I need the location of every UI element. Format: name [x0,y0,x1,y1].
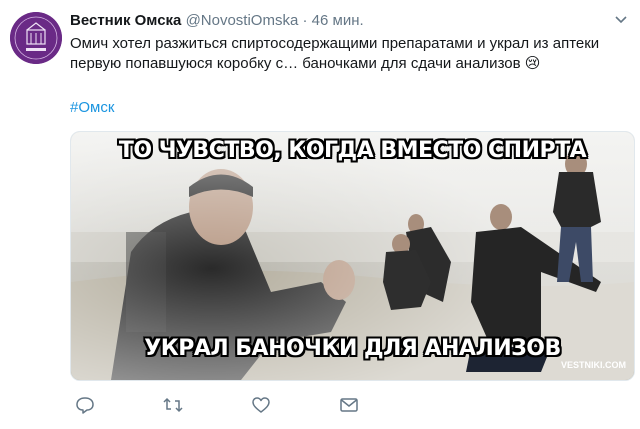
watermark: VESTNIKI.COM [560,360,626,370]
tweet-header: Вестник Омска @NovostiOmska · 46 мин. [70,12,364,29]
author-handle[interactable]: @NovostiOmska [186,12,299,29]
avatar[interactable] [10,12,62,64]
separator-dot: · [302,12,308,29]
tweet-text: Омич хотел разжиться спиртосодержащими п… [70,35,600,72]
reply-icon[interactable] [74,395,96,415]
meme-top-caption: ТО ЧУВСТВО, КОГДА ВМЕСТО СПИРТА [118,138,587,163]
hashtag-link[interactable]: #Омск [70,99,114,116]
direct-message-icon[interactable] [338,395,360,415]
author-name[interactable]: Вестник Омска [70,12,181,29]
retweet-icon[interactable] [162,395,184,415]
chevron-down-icon[interactable] [614,12,628,26]
like-icon[interactable] [250,395,272,415]
timestamp[interactable]: 46 мин. [312,12,364,29]
tweet-media-image[interactable]: ТО ЧУВСТВО, КОГДА ВМЕСТО СПИРТА УКРАЛ БА… [70,131,635,381]
meme-bottom-caption: УКРАЛ БАНОЧКИ ДЛЯ АНАЛИЗОВ [144,336,561,361]
